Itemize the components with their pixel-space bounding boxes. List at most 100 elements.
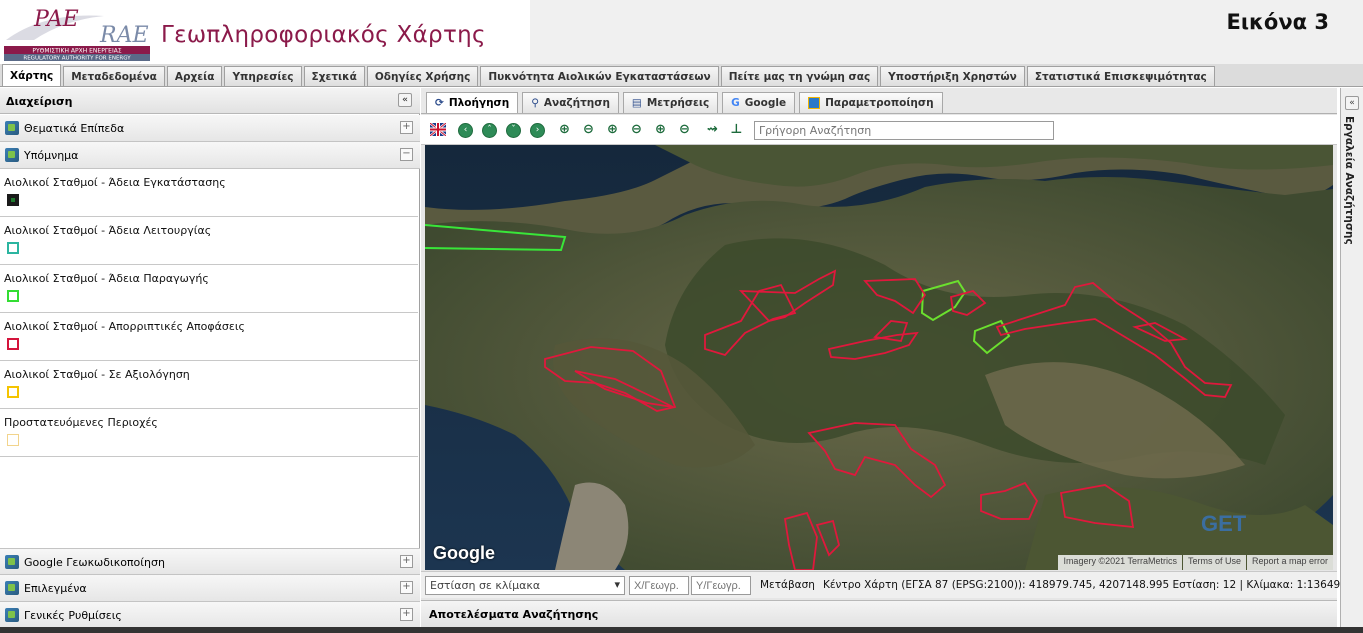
right-panel-title: Εργαλεία Αναζήτησης (1343, 116, 1355, 245)
get-logo: GET (1201, 511, 1247, 536)
search-results-header[interactable]: Αποτελέσματα Αναζήτησης « (421, 600, 1356, 627)
identify-icon[interactable]: ⊥ (729, 123, 744, 138)
tab-measurements[interactable]: ▤ Μετρήσεις (622, 92, 719, 113)
collapse-icon[interactable]: − (400, 148, 413, 161)
zoom-box-in-icon[interactable]: ⊕ (605, 123, 620, 138)
goto-button[interactable]: Μετάβαση (760, 579, 815, 591)
zoom-out-icon[interactable]: ⊖ (581, 123, 596, 138)
selected-icon (5, 581, 19, 595)
google-icon: G (731, 97, 740, 109)
tab-wind-density[interactable]: Πυκνότητα Αιολικών Εγκαταστάσεων (480, 66, 719, 86)
tab-about[interactable]: Σχετικά (303, 66, 365, 86)
legend-label: Αιολικοί Σταθμοί - Άδεια Εγκατάστασης (4, 176, 226, 189)
legend-swatch (7, 290, 19, 302)
imagery-credit: Imagery ©2021 TerraMetrics (1058, 555, 1182, 570)
legend-icon (5, 148, 19, 162)
accordion-label: Υπόμνημα (24, 149, 79, 162)
accordion-label: Επιλεγμένα (24, 582, 87, 595)
rae-logo: PAE RAE ΡΥΘΜΙΣΤΙΚΗ ΑΡΧΗ ΕΝΕΡΓΕΙΑΣ REGULA… (4, 7, 150, 62)
ruler-icon: ▤ (631, 97, 642, 109)
tab-user-support[interactable]: Υποστήριξη Χρηστών (880, 66, 1025, 86)
right-panel-expand-button[interactable]: « (1345, 96, 1359, 110)
tab-feedback[interactable]: Πείτε μας τη γνώμη σας (720, 66, 879, 86)
pan-up-icon[interactable]: ˆ (482, 123, 497, 138)
header: PAE RAE ΡΥΘΜΙΣΤΙΚΗ ΑΡΧΗ ΕΝΕΡΓΕΙΑΣ REGULA… (0, 0, 1363, 64)
left-panel: Διαχείριση « Θεματικά Επίπεδα + Υπόμνημα… (0, 88, 420, 633)
accordion-thematic-layers[interactable]: Θεματικά Επίπεδα + (0, 115, 420, 142)
legend-item-installation-license: Αιολικοί Σταθμοί - Άδεια Εγκατάστασης (0, 169, 418, 217)
logo-sub-greek: ΡΥΘΜΙΣΤΙΚΗ ΑΡΧΗ ΕΝΕΡΓΕΙΑΣ (32, 48, 121, 55)
scale-select[interactable]: Εστίαση σε κλίμακα (425, 576, 625, 595)
zoom-extent-icon[interactable]: ⊕ (653, 123, 668, 138)
tab-label: Παραμετροποίηση (825, 97, 934, 109)
pan-right-icon[interactable]: › (530, 123, 545, 138)
zoom-previous-icon[interactable]: ⊖ (677, 123, 692, 138)
pan-down-icon[interactable]: ˇ (506, 123, 521, 138)
tab-configuration[interactable]: Παραμετροποίηση (799, 92, 943, 113)
logo-sub-english: REGULATORY AUTHORITY FOR ENERGY (23, 56, 131, 62)
tab-visit-stats[interactable]: Στατιστικά Επισκεψιμότητας (1026, 66, 1215, 86)
legend-label: Αιολικοί Σταθμοί - Σε Αξιολόγηση (4, 368, 190, 381)
legend-swatch (7, 242, 19, 254)
legend-swatch (7, 434, 19, 446)
accordion-label: Google Γεωκωδικοποίηση (24, 556, 165, 569)
zoom-box-out-icon[interactable]: ⊖ (629, 123, 644, 138)
expand-icon[interactable]: + (400, 608, 413, 621)
legend-swatch (7, 386, 19, 398)
legend-item-operating-license: Αιολικοί Σταθμοί - Άδεια Λειτουργίας (0, 217, 418, 265)
uk-flag-icon[interactable] (430, 123, 446, 136)
legend-swatch (7, 338, 19, 350)
search-results-title: Αποτελέσματα Αναζήτησης (429, 608, 599, 621)
satellite-map[interactable] (425, 145, 1333, 570)
legend-label: Αιολικοί Σταθμοί - Άδεια Παραγωγής (4, 272, 209, 285)
tab-files[interactable]: Αρχεία (166, 66, 223, 86)
tab-label: Αναζήτηση (543, 97, 610, 109)
pan-left-icon[interactable]: ‹ (458, 123, 473, 138)
legend-item-production-license: Αιολικοί Σταθμοί - Άδεια Παραγωγής (0, 265, 418, 313)
legend-label: Προστατευόμενες Περιοχές (4, 416, 158, 429)
app-root: PAE RAE ΡΥΘΜΙΣΤΙΚΗ ΑΡΧΗ ΕΝΕΡΓΕΙΑΣ REGULA… (0, 0, 1363, 633)
accordion-label: Θεματικά Επίπεδα (24, 122, 125, 135)
right-tools-panel[interactable]: « Εργαλεία Αναζήτησης (1340, 88, 1363, 633)
expand-icon[interactable]: + (400, 581, 413, 594)
expand-icon[interactable]: + (400, 555, 413, 568)
accordion-selected[interactable]: Επιλεγμένα + (0, 575, 420, 602)
y-coordinate-input[interactable] (691, 576, 751, 595)
logo-text-top: PAE (33, 7, 79, 32)
tab-map[interactable]: Χάρτης (2, 64, 62, 86)
quick-search-input[interactable] (754, 121, 1054, 140)
layers-icon (5, 121, 19, 135)
tab-navigation[interactable]: ⟳ Πλοήγηση (426, 92, 519, 113)
map-attribution: Imagery ©2021 TerraMetrics Terms of Use … (1057, 555, 1333, 570)
legend-swatch (7, 194, 19, 206)
tab-metadata[interactable]: Μεταδεδομένα (63, 66, 165, 86)
map-status-bar: Εστίαση σε κλίμακα Μετάβαση Κέντρο Χάρτη… (421, 571, 1354, 598)
zoom-in-icon[interactable]: ⊕ (557, 123, 572, 138)
map-tab-bar: ⟳ Πλοήγηση ⚲ Αναζήτηση ▤ Μετρήσεις G Goo… (421, 88, 1337, 114)
left-panel-collapse-button[interactable]: « (398, 93, 412, 107)
map-canvas[interactable]: Google GET Imagery ©2021 TerraMetrics Te… (425, 145, 1333, 570)
legend-item-rejections: Αιολικοί Σταθμοί - Απορριπτικές Αποφάσει… (0, 313, 418, 361)
legend-item-protected-areas: Προστατευόμενες Περιοχές (0, 409, 418, 457)
report-map-error-link[interactable]: Report a map error (1246, 555, 1333, 570)
tab-search[interactable]: ⚲ Αναζήτηση (522, 92, 619, 113)
bottom-strip (0, 627, 1363, 633)
left-panel-header: Διαχείριση « (0, 88, 420, 114)
terms-of-use-link[interactable]: Terms of Use (1182, 555, 1246, 570)
tab-user-guide[interactable]: Οδηγίες Χρήσης (366, 66, 479, 86)
settings-icon (808, 97, 821, 109)
expand-icon[interactable]: + (400, 121, 413, 134)
coordinates-icon[interactable]: ⇝ (705, 123, 720, 138)
tab-label: Google (744, 97, 787, 109)
legend-label: Αιολικοί Σταθμοί - Άδεια Λειτουργίας (4, 224, 212, 237)
geocoding-icon (5, 555, 19, 569)
tab-google[interactable]: G Google (722, 92, 796, 113)
legend-item-under-evaluation: Αιολικοί Σταθμοί - Σε Αξιολόγηση (0, 361, 418, 409)
accordion-legend[interactable]: Υπόμνημα − (0, 142, 420, 169)
x-coordinate-input[interactable] (629, 576, 689, 595)
accordion-google-geocoding[interactable]: Google Γεωκωδικοποίηση + (0, 548, 420, 575)
accordion-general-settings[interactable]: Γενικές Ρυθμίσεις + (0, 602, 420, 629)
header-brand-area: PAE RAE ΡΥΘΜΙΣΤΙΚΗ ΑΡΧΗ ΕΝΕΡΓΕΙΑΣ REGULA… (0, 0, 530, 64)
settings-icon (5, 608, 19, 622)
tab-services[interactable]: Υπηρεσίες (224, 66, 302, 86)
